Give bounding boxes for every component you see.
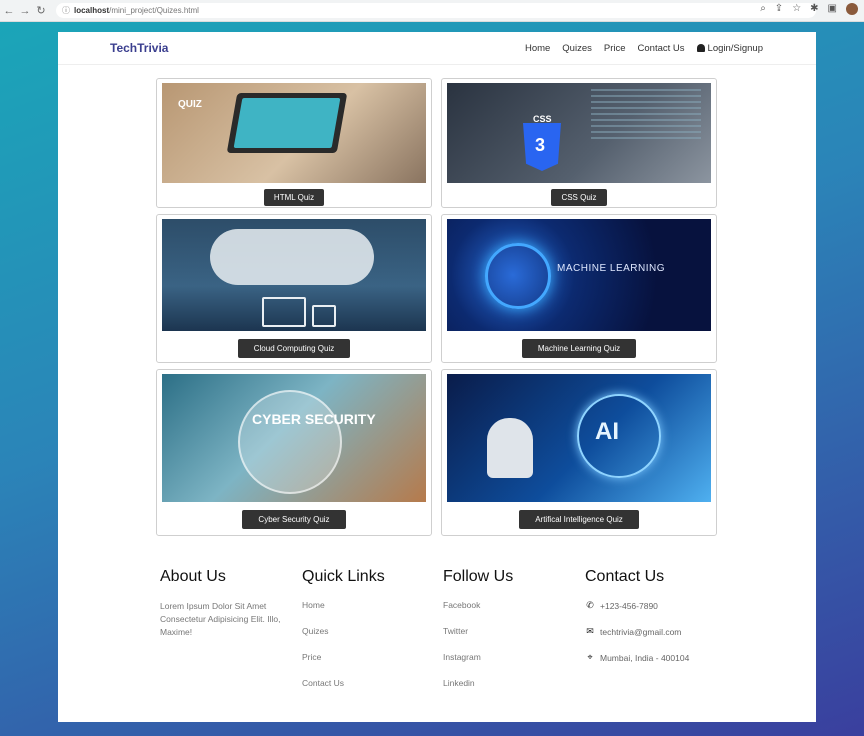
share-icon[interactable]: ⇪ [775,3,783,15]
ai-image-text: AI [595,418,619,445]
nav-price[interactable]: Price [604,43,626,54]
css-quiz-button[interactable]: CSS Quiz [551,189,607,206]
footer-quick-links: Quick Links Home Quizes Price Contact Us [302,568,385,704]
nav-quizes[interactable]: Quizes [562,43,592,54]
cyber-quiz-image: CYBER SECURITY [162,374,426,502]
cloud-quiz-button[interactable]: Cloud Computing Quiz [237,339,351,358]
ml-image-text: MACHINE LEARNING [557,263,666,274]
quiz-image-text: QUIZ [178,99,202,110]
url-path: /mini_project/Quizes.html [109,6,199,15]
ai-circle-graphic [577,394,661,478]
forward-icon[interactable]: → [18,5,32,17]
security-circle-graphic [238,390,342,494]
footer-link-contact[interactable]: Contact Us [302,678,385,688]
quiz-card-ai: AI Artifical Intelligence Quiz [441,369,717,536]
nav-contact[interactable]: Contact Us [638,43,685,54]
reload-icon[interactable]: ↻ [34,4,48,17]
quiz-card-ml: MACHINE LEARNING Machine Learning Quiz [441,214,717,363]
nav-login[interactable]: Login/Signup [696,42,763,54]
follow-twitter[interactable]: Twitter [443,626,513,636]
contact-phone: ✆ +123-456-7890 [585,600,689,611]
nav-home[interactable]: Home [525,43,550,54]
contact-title: Contact Us [585,568,665,585]
login-label: Login/Signup [707,42,763,54]
css-quiz-image: CSS 3 [447,83,711,183]
html-quiz-image: QUIZ [162,83,426,183]
footer-link-home[interactable]: Home [302,600,385,610]
brand-logo[interactable]: TechTrivia [110,41,168,55]
quiz-card-css: CSS 3 CSS Quiz [441,78,717,208]
laptop-graphic [226,93,348,153]
envelope-icon: ✉ [586,626,594,636]
address-text: Mumbai, India - 400104 [600,652,690,663]
monitor-icon [262,297,306,327]
cloud-icon [210,229,374,285]
cyber-image-text: CYBER SECURITY [252,411,376,427]
page: TechTrivia Home Quizes Price Contact Us … [58,32,816,722]
contact-email: ✉ techtrivia@gmail.com [585,626,689,637]
quiz-card-cloud: Cloud Computing Quiz [156,214,432,363]
map-pin-icon: ⌖ [587,652,593,662]
star-icon[interactable]: ☆ [792,3,801,15]
cloud-quiz-image [162,219,426,331]
follow-title: Follow Us [443,568,514,585]
footer-link-quizes[interactable]: Quizes [302,626,385,636]
ai-quiz-button[interactable]: Artifical Intelligence Quiz [519,510,639,529]
footer: About Us Lorem Ipsum Dolor Sit Amet Cons… [58,538,816,722]
about-title: About Us [160,568,226,585]
ml-quiz-image: MACHINE LEARNING [447,219,711,331]
footer-about: About Us Lorem Ipsum Dolor Sit Amet Cons… [160,568,288,639]
tablet-icon [312,305,336,327]
email-text: techtrivia@gmail.com [600,626,682,637]
ml-quiz-button[interactable]: Machine Learning Quiz [521,339,637,358]
follow-instagram[interactable]: Instagram [443,652,513,662]
user-icon [696,43,705,52]
quiz-grid: QUIZ HTML Quiz CSS 3 CSS Quiz Cloud Comp… [156,78,718,536]
profile-avatar[interactable] [846,3,858,15]
top-navbar: TechTrivia Home Quizes Price Contact Us … [58,32,816,65]
cyber-quiz-button[interactable]: Cyber Security Quiz [242,510,346,529]
phone-text: +123-456-7890 [600,600,658,611]
extensions-icon[interactable]: ✱ [810,3,818,15]
follow-facebook[interactable]: Facebook [443,600,513,610]
code-graphic [591,89,701,139]
sidebar-icon[interactable]: ▣ [828,3,837,15]
ai-quiz-image: AI [447,374,711,502]
quiz-card-html: QUIZ HTML Quiz [156,78,432,208]
brain-ring-icon [485,243,551,309]
html-quiz-button[interactable]: HTML Quiz [263,189,325,206]
nav-menu: Home Quizes Price Contact Us Login/Signu… [525,43,763,54]
css-image-text: CSS [533,114,552,124]
address-bar[interactable]: ⓘ localhost /mini_project/Quizes.html [56,3,816,18]
back-icon[interactable]: ← [2,5,16,17]
quick-links-title: Quick Links [302,568,385,585]
info-icon: ⓘ [62,6,70,15]
quiz-card-cyber: CYBER SECURITY Cyber Security Quiz [156,369,432,536]
follow-linkedin[interactable]: Linkedin [443,678,513,688]
contact-address: ⌖ Mumbai, India - 400104 [585,652,689,663]
footer-link-price[interactable]: Price [302,652,385,662]
browser-toolbar: ← → ↻ ⓘ localhost /mini_project/Quizes.h… [0,0,864,22]
phone-icon: ✆ [586,600,594,610]
about-text: Lorem Ipsum Dolor Sit Amet Consectetur A… [160,601,281,637]
footer-contact: Contact Us ✆ +123-456-7890 ✉ techtrivia@gm… [585,568,689,678]
robot-icon [487,418,533,478]
zoom-icon[interactable]: ⌕ [760,3,766,15]
url-host: localhost [74,6,110,15]
footer-follow: Follow Us Facebook Twitter Instagram Lin… [443,568,513,704]
